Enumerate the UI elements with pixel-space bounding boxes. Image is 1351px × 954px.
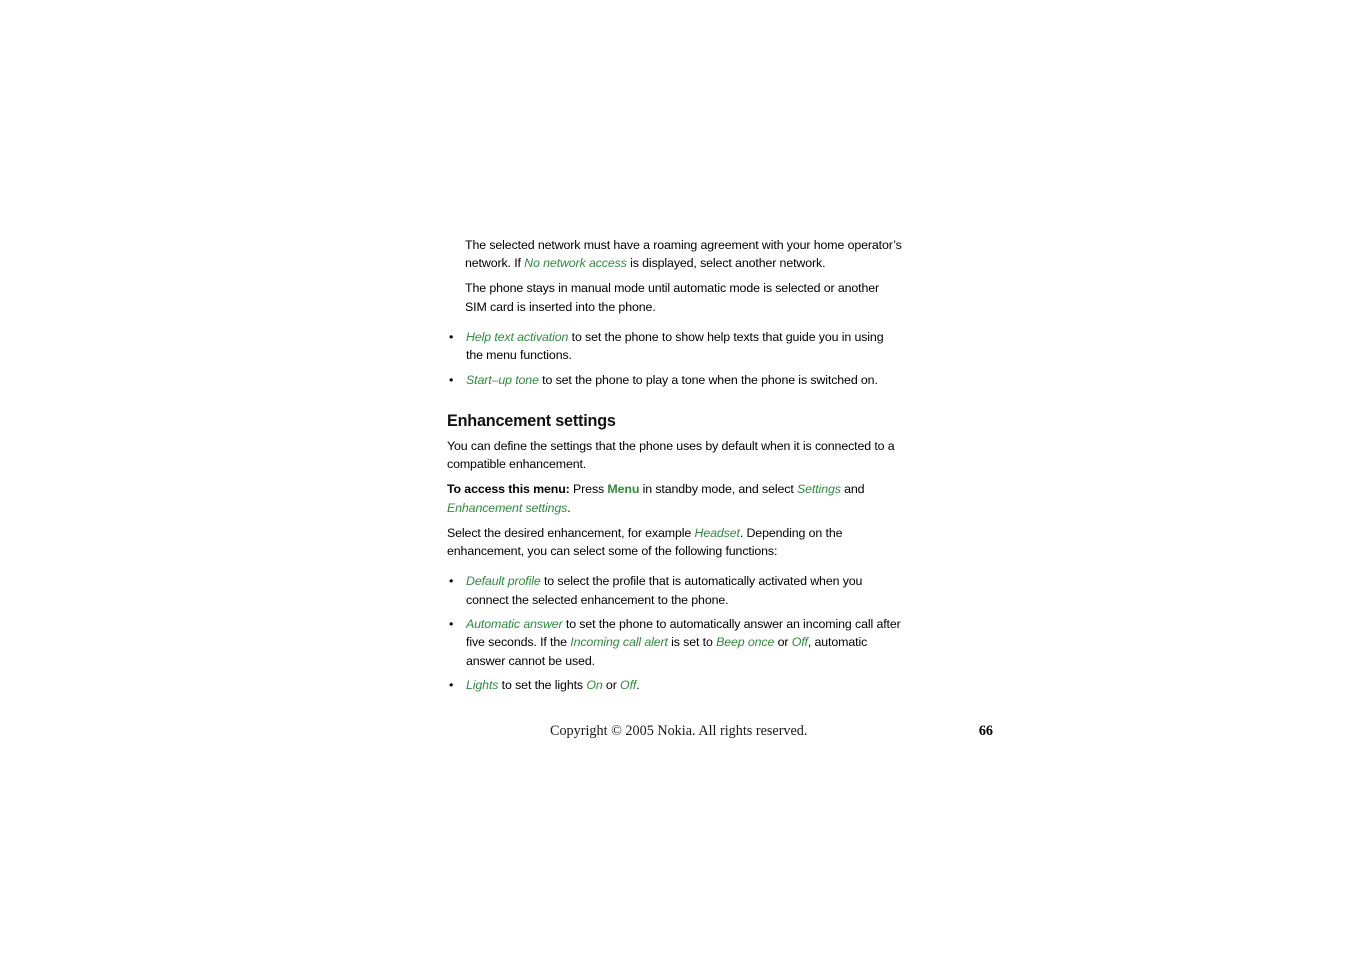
ui-term-label: Incoming call alert [570,635,668,650]
list-item-text: Default profile to select the profile th… [466,574,863,607]
ui-term-label: Off [620,678,637,693]
page-footer: Copyright © 2005 Nokia. All rights reser… [447,722,993,742]
section-heading-enhancement-settings: Enhancement settings [447,412,616,431]
list-item-start-up-tone: • Start–up tone to set the phone to play… [447,371,902,389]
list-item-automatic-answer: • Automatic answer to set the phone to a… [447,615,902,670]
paragraph-enhancement-intro: You can define the settings that the pho… [447,439,895,472]
ui-term-label: Automatic answer [466,617,563,632]
list-item-text: Automatic answer to set the phone to aut… [466,617,901,668]
list-item-help-text-activation: • Help text activation to set the phone … [447,328,902,365]
ui-term-label: Start–up tone [466,372,539,387]
intro-paragraph-block: The selected network must have a roaming… [447,236,902,316]
bullet-icon: • [449,678,454,693]
document-page: The selected network must have a roaming… [0,0,1351,954]
list-item-text: Lights to set the lights On or Off. [466,678,640,693]
list-item-default-profile: • Default profile to select the profile … [447,572,902,609]
footer-copyright: Copyright © 2005 Nokia. All rights reser… [550,723,808,739]
bullet-icon: • [449,372,454,387]
ui-term-label: Beep once [716,635,775,650]
ui-term-label: Settings [797,482,841,497]
list-item-text: Help text activation to set the phone to… [466,329,884,363]
paragraph-enhancement-select-note: Select the desired enhancement, for exam… [447,525,843,559]
ui-term-label: Enhancement settings [447,500,568,515]
page-content: The selected network must have a roaming… [447,236,902,701]
footer-page-number: 66 [978,723,993,739]
bullet-icon: • [449,574,454,589]
paragraph-enhancement-access-path: To access this menu: Press Menu in stand… [447,482,865,515]
ui-key-label: Menu [607,482,640,497]
list-item-text: Start–up tone to set the phone to play a… [466,372,878,387]
bullet-icon: • [449,329,454,344]
enhancement-function-bullet-list: • Default profile to select the profile … [447,572,902,694]
ui-term-label: Off [791,635,808,650]
emphasis-label: To access this menu: [447,482,570,497]
list-item-lights: • Lights to set the lights On or Off. [447,676,902,694]
ui-term-label: No network access [524,256,627,271]
paragraph-roaming-note: The selected network must have a roaming… [465,238,902,271]
ui-term-label: Help text activation [466,329,569,344]
paragraph-manual-mode-note: The phone stays in manual mode until aut… [465,281,880,314]
ui-term-label: Lights [466,678,499,693]
ui-term-label: On [586,678,603,693]
ui-term-label: Default profile [466,574,541,589]
settings-bullet-list: • Help text activation to set the phone … [447,328,902,389]
ui-term-label: Headset [694,525,740,540]
bullet-icon: • [449,617,454,632]
